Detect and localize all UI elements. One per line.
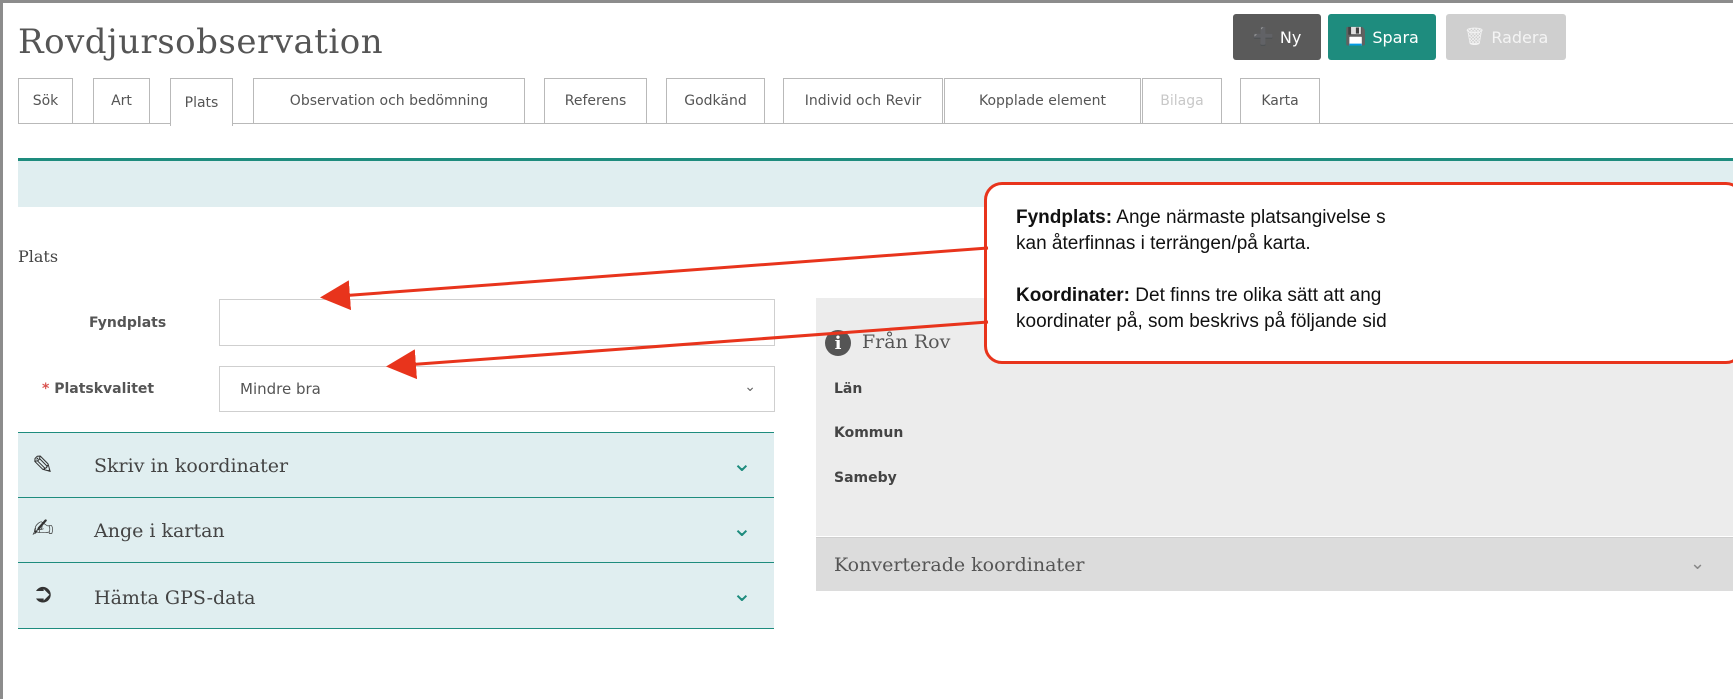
tab-godkand[interactable]: Godkänd: [666, 78, 765, 123]
accordion-label: Hämta GPS-data: [94, 587, 256, 609]
chevron-down-icon: ⌄: [744, 379, 756, 395]
section-title: Plats: [18, 247, 59, 266]
tab-referens[interactable]: Referens: [544, 78, 647, 123]
delete-button[interactable]: 🗑 Radera: [1446, 14, 1566, 60]
callout-spacer: [1016, 257, 1733, 283]
tab-kopplade-element[interactable]: Kopplade element: [944, 78, 1141, 123]
tab-individ-revir[interactable]: Individ och Revir: [783, 78, 943, 123]
info-panel-heading: Från Rov: [862, 331, 951, 353]
tab-karta[interactable]: Karta: [1240, 78, 1320, 123]
new-button-label: Ny: [1279, 27, 1302, 47]
gps-import-icon: ➲: [32, 579, 54, 609]
tab-observation[interactable]: Observation och bedömning: [253, 78, 525, 123]
tab-sok[interactable]: Sök: [18, 78, 73, 123]
required-marker: *: [42, 381, 50, 397]
callout-fyndplats-text: Ange närmaste platsangivelse s: [1112, 207, 1386, 228]
help-callout: Fyndplats: Ange närmaste platsangivelse …: [984, 182, 1733, 364]
callout-line-1: Fyndplats: Ange närmaste platsangivelse …: [1016, 205, 1733, 231]
platskvalitet-label: * Platskvalitet: [42, 381, 154, 397]
trash-icon: 🗑: [1463, 27, 1486, 47]
new-button[interactable]: ➕ Ny: [1233, 14, 1321, 60]
info-icon: i: [825, 330, 851, 356]
platskvalitet-label-text: Platskvalitet: [54, 381, 155, 397]
map-pen-add-icon: ✍: [32, 514, 54, 544]
callout-line-2: kan återfinnas i terrängen/på karta.: [1016, 233, 1311, 254]
callout-line-3: Koordinater: Det finns tre olika sätt at…: [1016, 283, 1733, 309]
callout-koordinater-text: Det finns tre olika sätt att ang: [1130, 285, 1382, 306]
kommun-label: Kommun: [834, 425, 904, 441]
chevron-down-icon: ⌄: [731, 514, 752, 542]
callout-koordinater-term: Koordinater:: [1016, 285, 1130, 306]
platskvalitet-select[interactable]: Mindre bra ⌄: [219, 366, 775, 412]
save-button[interactable]: 💾 Spara: [1328, 14, 1436, 60]
accordion-label: Skriv in koordinater: [94, 455, 289, 477]
fyndplats-label: Fyndplats: [89, 315, 167, 331]
accordion-ange-i-kartan[interactable]: ✍ Ange i kartan ⌄: [18, 497, 774, 562]
delete-button-label: Radera: [1491, 27, 1549, 47]
fyndplats-input[interactable]: [219, 299, 775, 346]
tab-baseline: [18, 123, 1733, 124]
new-document-icon: ➕: [1252, 27, 1274, 47]
save-icon: 💾: [1345, 27, 1367, 47]
accordion-label: Ange i kartan: [94, 520, 225, 542]
save-button-label: Spara: [1372, 27, 1419, 47]
lan-label: Län: [834, 381, 863, 397]
accordion-hamta-gps[interactable]: ➲ Hämta GPS-data ⌄: [18, 562, 774, 629]
callout-fyndplats-term: Fyndplats:: [1016, 207, 1113, 228]
sameby-label: Sameby: [834, 470, 897, 486]
accordion-skriv-koordinater[interactable]: ✎ Skriv in koordinater ⌄: [18, 432, 774, 497]
chevron-down-icon: ⌄: [1690, 553, 1706, 574]
tab-plats[interactable]: Plats: [170, 78, 233, 126]
callout-line-4: koordinater på, som beskrivs på följande…: [1016, 311, 1387, 332]
pencil-coordinates-icon: ✎: [32, 451, 54, 481]
chevron-down-icon: ⌄: [731, 579, 752, 607]
chevron-down-icon: ⌄: [731, 449, 752, 477]
tab-art[interactable]: Art: [93, 78, 150, 123]
converted-coordinates-label: Konverterade koordinater: [834, 554, 1085, 576]
page-title: Rovdjursobservation: [18, 22, 384, 62]
tab-bilaga: Bilaga: [1142, 78, 1222, 123]
platskvalitet-value: Mindre bra: [240, 380, 321, 398]
